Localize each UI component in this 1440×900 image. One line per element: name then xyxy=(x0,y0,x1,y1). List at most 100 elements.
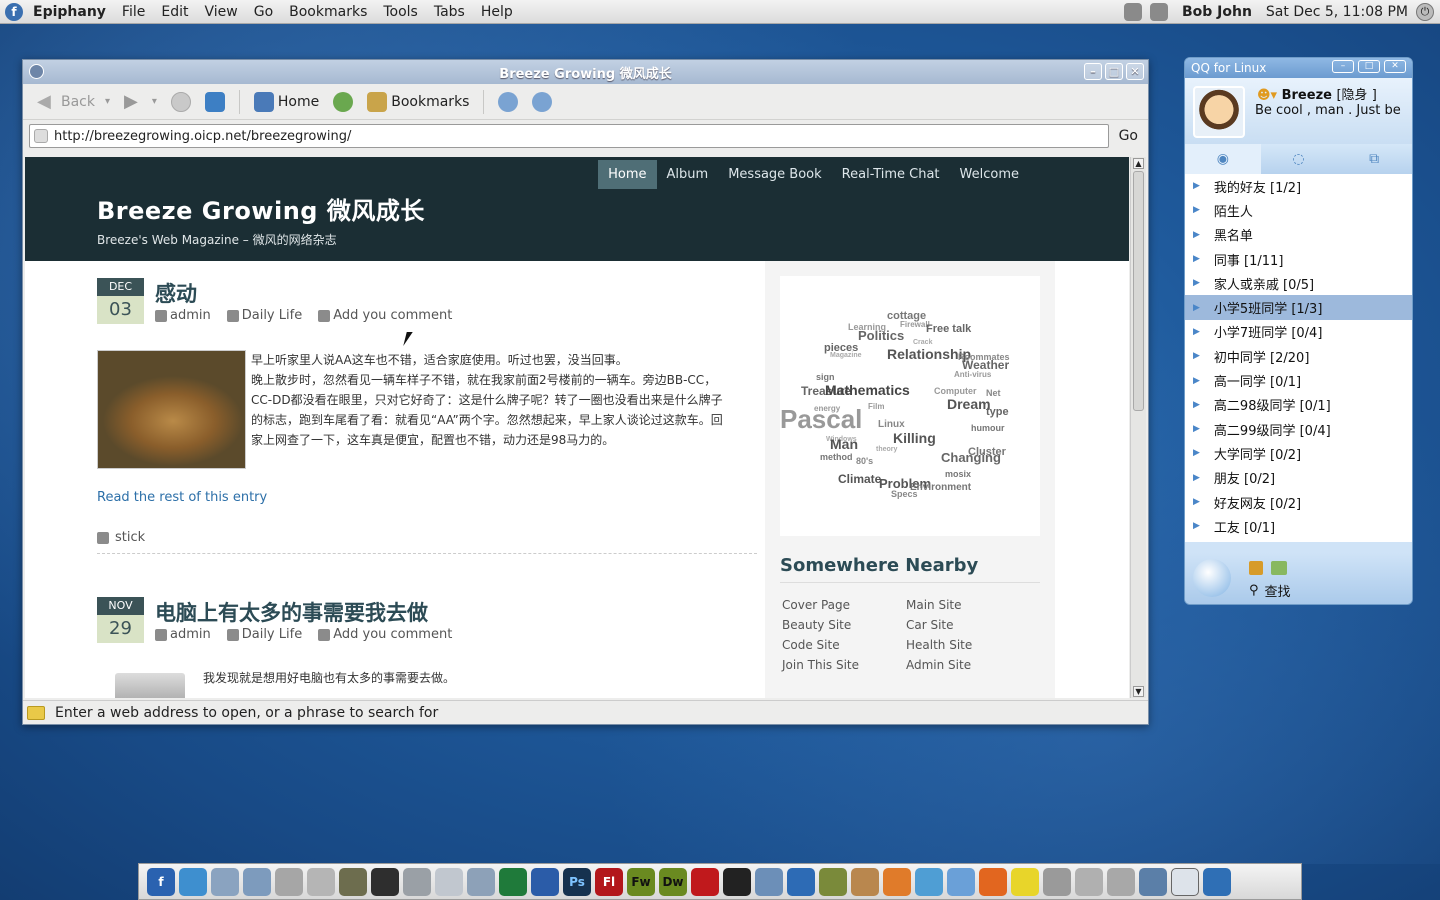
blender-icon[interactable] xyxy=(883,867,911,896)
list-item[interactable]: ▶ 同事 [1/11] xyxy=(1185,247,1412,271)
system-monitor-icon[interactable] xyxy=(243,867,271,896)
bookmarks-button[interactable]: Bookmarks xyxy=(363,90,473,114)
post-comments-link[interactable]: Add you comment xyxy=(333,308,452,323)
nav-real-time-chat[interactable]: Real-Time Chat xyxy=(832,160,950,189)
post-title[interactable]: 电脑上有太多的事需要我去做 xyxy=(155,597,428,627)
network-globe-icon[interactable] xyxy=(787,867,815,896)
qq-close-button[interactable]: ✕ xyxy=(1384,60,1406,73)
sidebar-link[interactable]: Code Site xyxy=(782,638,906,652)
list-item[interactable]: ▶ 高二99级同学 [0/4] xyxy=(1185,417,1412,441)
back-button[interactable]: ◀ Back ▾ xyxy=(33,90,114,114)
scrollbar-thumb[interactable] xyxy=(1133,171,1144,411)
list-item[interactable]: ▶ 陌生人 xyxy=(1185,198,1412,222)
terminal-icon[interactable] xyxy=(371,867,399,896)
clock[interactable]: Sat Dec 5, 11:08 PM xyxy=(1266,4,1408,20)
cloud-word[interactable]: Killing xyxy=(893,430,936,446)
trash-icon[interactable] xyxy=(1203,867,1231,896)
cloud-word[interactable]: Specs xyxy=(891,489,918,499)
status-icon[interactable]: ☻▾ xyxy=(1257,88,1277,103)
cloud-word[interactable]: Climate xyxy=(838,472,881,486)
system-logo-icon[interactable]: f xyxy=(5,2,23,21)
history-button[interactable] xyxy=(329,90,357,114)
cloud-word[interactable]: Man xyxy=(830,436,858,452)
home-button[interactable]: Home xyxy=(250,90,323,114)
nav-message-book[interactable]: Message Book xyxy=(718,160,831,189)
zoom-in-button[interactable] xyxy=(528,90,556,114)
game-icon[interactable] xyxy=(851,867,879,896)
read-more-link[interactable]: Read the rest of this entry xyxy=(97,490,267,505)
post-title[interactable]: 感动 xyxy=(155,278,197,308)
sidebar-link[interactable]: Main Site xyxy=(906,598,1030,612)
tab-recent-icon[interactable]: ⧉ xyxy=(1336,144,1412,174)
cloud-word[interactable]: sign xyxy=(816,372,835,382)
app-name[interactable]: Epiphany xyxy=(33,4,106,20)
firefox-icon[interactable] xyxy=(979,867,1007,896)
cloud-word[interactable]: Net xyxy=(986,388,1001,398)
network-icon[interactable] xyxy=(1123,2,1142,21)
penguin-icon[interactable] xyxy=(1043,867,1071,896)
fireworks-icon[interactable]: Fw xyxy=(627,867,655,896)
tools-icon[interactable] xyxy=(1249,561,1263,575)
post-category[interactable]: Daily Life xyxy=(242,308,302,323)
cloud-word[interactable]: Politics xyxy=(858,328,904,343)
list-item[interactable]: ▶ 家人或亲戚 [0/5] xyxy=(1185,271,1412,295)
nav-home[interactable]: Home xyxy=(598,160,657,189)
qq-minimize-button[interactable]: – xyxy=(1332,60,1354,73)
tab-groups-icon[interactable]: ◌ xyxy=(1261,144,1337,174)
cloud-word[interactable]: Computer xyxy=(934,386,977,396)
file-cabinet-icon[interactable] xyxy=(403,867,431,896)
window-titlebar[interactable]: Breeze Growing 微风成长 – □ ✕ xyxy=(23,60,1148,84)
menu-bookmarks[interactable]: Bookmarks xyxy=(289,4,367,20)
menu-view[interactable]: View xyxy=(204,4,237,20)
photoshop-icon[interactable]: Ps xyxy=(563,867,591,896)
cloud-word[interactable]: 80's xyxy=(856,456,873,466)
epiphany-icon[interactable] xyxy=(29,64,44,79)
cloud-word[interactable]: theory xyxy=(876,446,897,453)
star-icon[interactable] xyxy=(1011,867,1039,896)
contacts-icon[interactable] xyxy=(755,867,783,896)
menu-help[interactable]: Help xyxy=(481,4,513,20)
go-button[interactable]: Go xyxy=(1115,128,1142,144)
post-comments-link[interactable]: Add you comment xyxy=(333,627,452,642)
qq-titlebar[interactable]: QQ for Linux – □ ✕ xyxy=(1185,58,1412,78)
find-button[interactable]: ⚲ 查找 xyxy=(1249,581,1291,600)
book-icon[interactable] xyxy=(819,867,847,896)
dreamweaver-icon[interactable]: Dw xyxy=(659,867,687,896)
post-author[interactable]: admin xyxy=(170,627,211,642)
nav-welcome[interactable]: Welcome xyxy=(950,160,1029,189)
gimp-icon[interactable] xyxy=(339,867,367,896)
post-author[interactable]: admin xyxy=(170,308,211,323)
cloud-word[interactable]: Magazine xyxy=(830,352,862,359)
cloud-word[interactable]: Crack xyxy=(913,339,932,346)
show-desktop-icon[interactable] xyxy=(1139,867,1167,896)
thunderbird-icon[interactable] xyxy=(947,867,975,896)
sidebar-link[interactable]: Join This Site xyxy=(782,658,906,672)
list-item[interactable]: ▶ 我的好友 [1/2] xyxy=(1185,174,1412,198)
menu-go[interactable]: Go xyxy=(254,4,273,20)
cloud-word[interactable]: type xyxy=(986,406,1009,418)
acrobat-icon[interactable] xyxy=(691,867,719,896)
cloud-word[interactable]: Environment xyxy=(910,482,971,493)
workspace-switcher-icon[interactable] xyxy=(1171,867,1199,896)
fedora-icon[interactable]: f xyxy=(147,867,175,896)
url-text[interactable]: http://breezegrowing.oicp.net/breezegrow… xyxy=(54,129,351,144)
tag-link[interactable]: stick xyxy=(115,530,145,545)
volume-icon[interactable] xyxy=(1107,867,1135,896)
clock-icon[interactable] xyxy=(211,867,239,896)
cloud-word[interactable]: humour xyxy=(971,423,1005,433)
sidebar-link[interactable]: Cover Page xyxy=(782,598,906,612)
sidebar-link[interactable]: Health Site xyxy=(906,638,1030,652)
minimize-button[interactable]: – xyxy=(1084,63,1102,80)
cloud-word[interactable]: Free talk xyxy=(926,323,971,335)
post-category[interactable]: Daily Life xyxy=(242,627,302,642)
nav-album[interactable]: Album xyxy=(657,160,719,189)
list-item[interactable]: ▶ 高二98级同学 [0/1] xyxy=(1185,393,1412,417)
scroll-up-icon[interactable]: ▲ xyxy=(1133,158,1144,169)
list-item[interactable]: ▶ 小学7班同学 [0/4] xyxy=(1185,320,1412,344)
avatar[interactable] xyxy=(1193,86,1245,138)
disc-burner-icon[interactable] xyxy=(467,867,495,896)
back-history-icon[interactable]: ▾ xyxy=(105,96,110,107)
cloud-word[interactable]: method xyxy=(820,452,853,462)
menu-tabs[interactable]: Tabs xyxy=(434,4,465,20)
list-item[interactable]: ▶ 大学同学 [0/2] xyxy=(1185,441,1412,465)
